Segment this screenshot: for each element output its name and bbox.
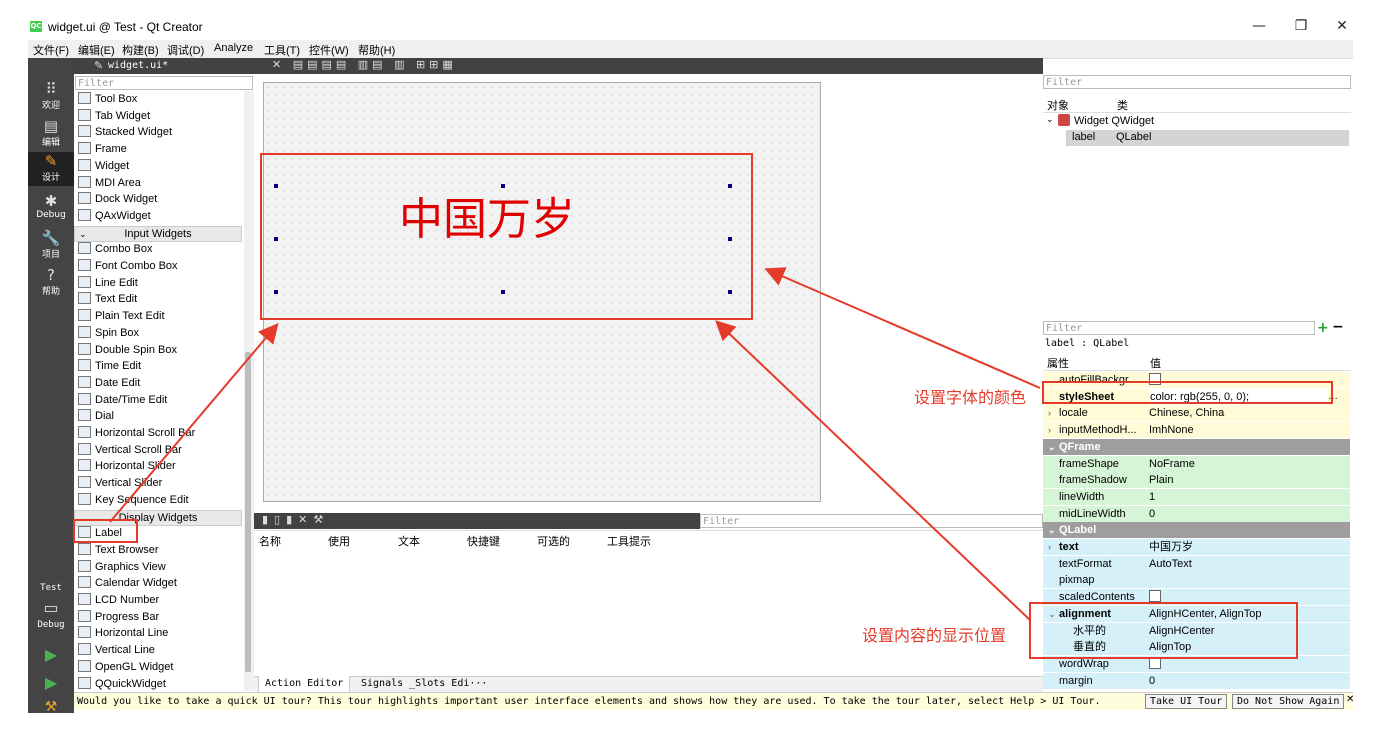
annotation-arrows bbox=[109, 267, 1041, 621]
arrow-alignment-to-form bbox=[715, 320, 1031, 621]
arrow-label-to-form bbox=[109, 322, 279, 523]
arrow-stylesheet-to-form bbox=[764, 267, 1041, 389]
